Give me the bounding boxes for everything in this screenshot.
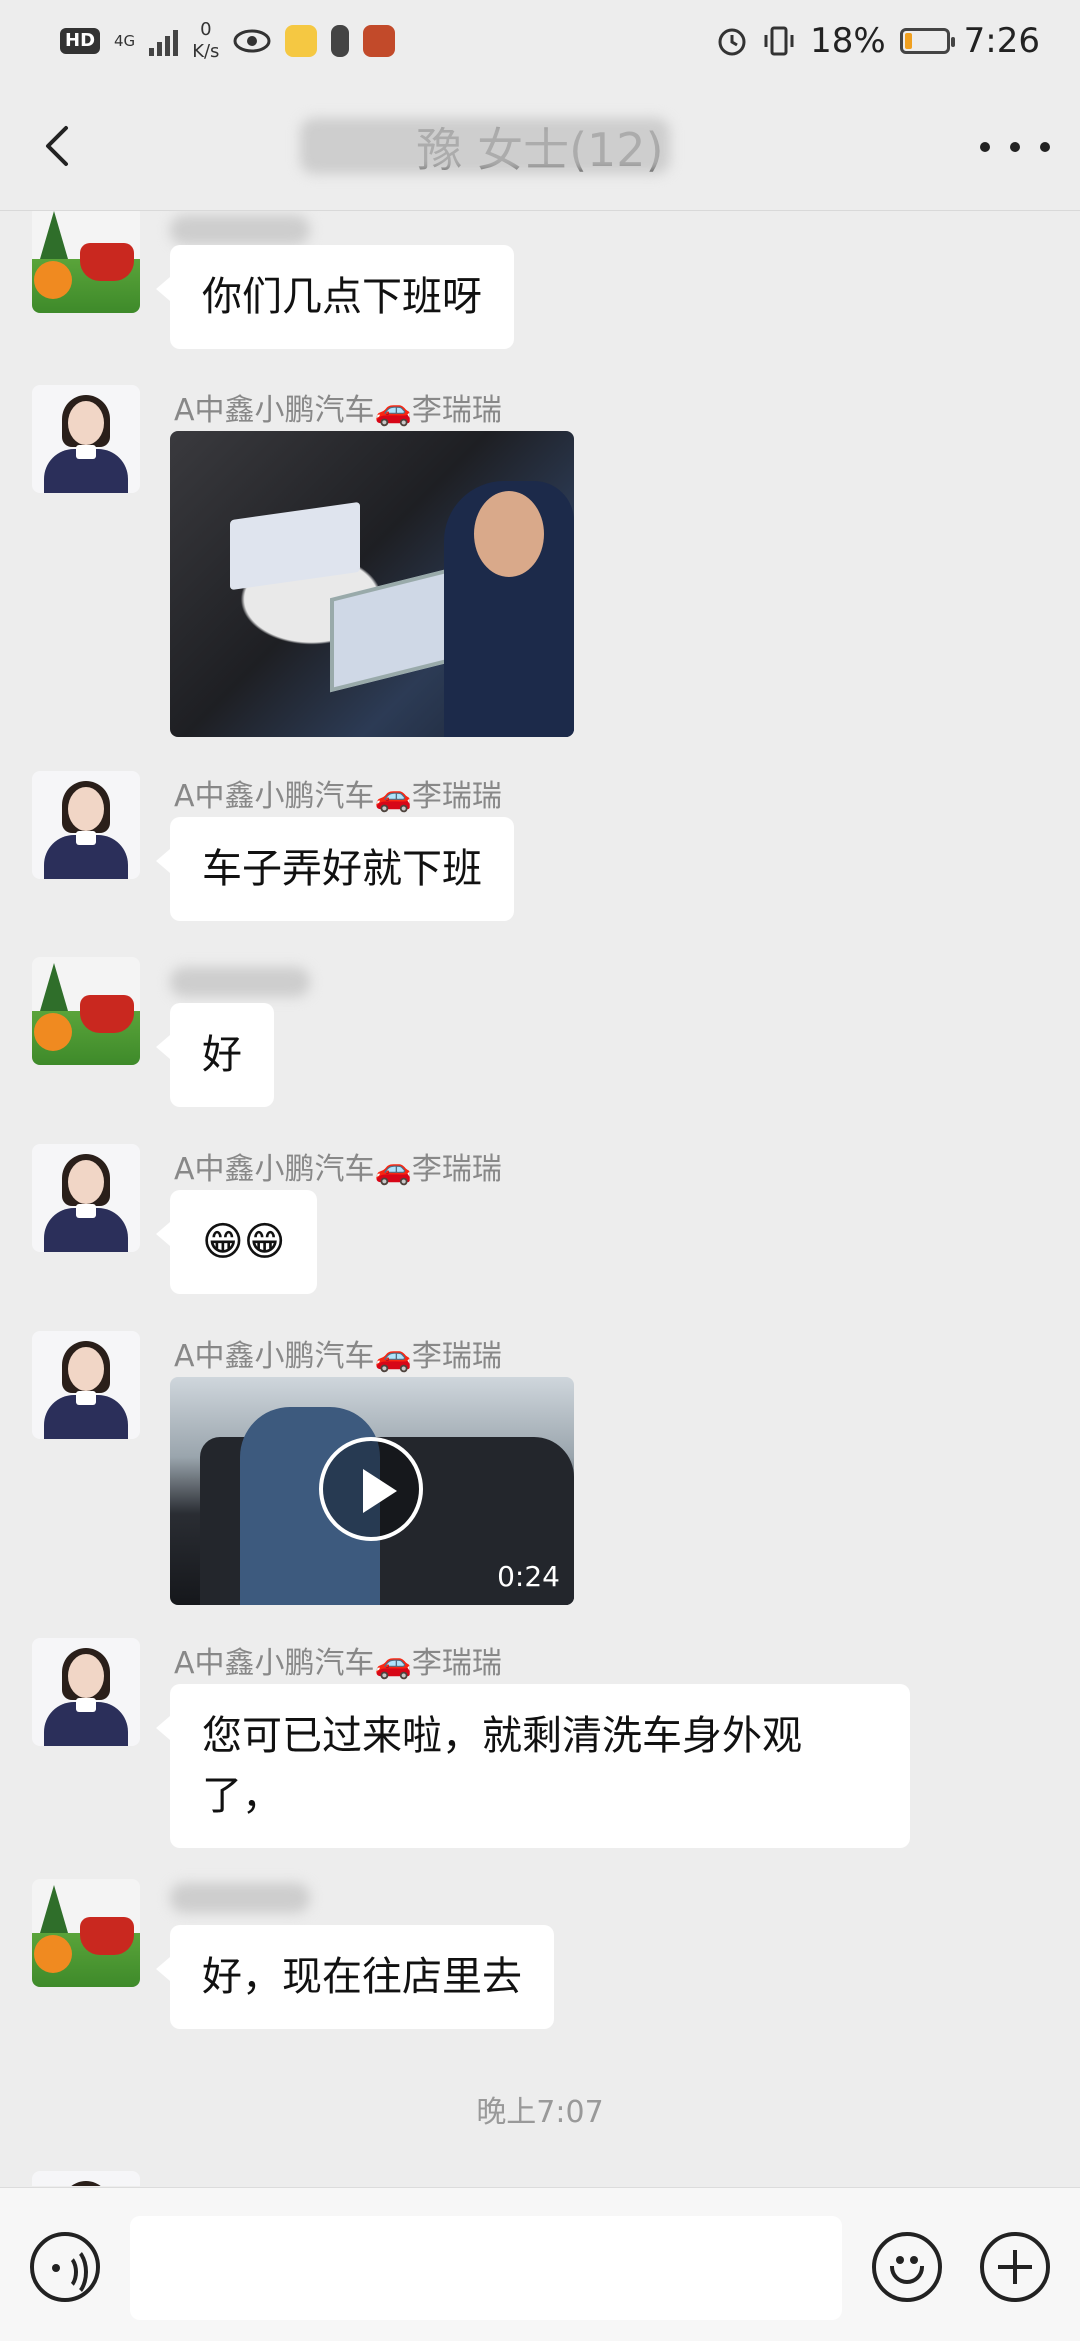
signal-icon: [149, 26, 179, 56]
message-list[interactable]: 你们几点下班呀 A中鑫小鹏汽车🚗李瑞瑞 A中鑫小鹏汽车🚗李瑞瑞 车子弄好就下班 …: [0, 211, 1080, 2186]
video-message[interactable]: 0:24: [170, 1377, 574, 1605]
title-redaction: [300, 118, 670, 174]
status-bar: HD 4G 0 K/s 18% 7:26: [0, 0, 1080, 82]
avatar[interactable]: [32, 2171, 140, 2186]
message-bubble[interactable]: 好: [156, 1003, 274, 1107]
message-bubble[interactable]: 好，现在往店里去: [156, 1925, 554, 2029]
message-text-line: 了，: [202, 1773, 282, 1819]
status-left: HD 4G 0 K/s: [60, 18, 396, 64]
avatar[interactable]: [32, 1879, 140, 1987]
message-text-line: 您可已过来啦，就剩清洗车身外观: [202, 1713, 802, 1759]
avatar[interactable]: [32, 1638, 140, 1746]
play-icon[interactable]: [319, 1437, 423, 1541]
sender-name: A中鑫小鹏汽车🚗李瑞瑞: [174, 1152, 502, 1187]
battery-fill: [904, 33, 912, 49]
sender-name: A中鑫小鹏汽车🚗李瑞瑞: [174, 779, 502, 814]
emoji-icon[interactable]: [872, 2232, 942, 2302]
vibrate-icon: [764, 26, 794, 56]
voice-icon[interactable]: [30, 2232, 100, 2302]
message-timestamp: 晚上7:07: [476, 2095, 604, 2130]
battery-icon: [899, 28, 955, 54]
avatar[interactable]: [32, 957, 140, 1065]
eye-icon: [233, 29, 271, 53]
message-input[interactable]: [130, 2216, 842, 2320]
avatar[interactable]: [32, 211, 140, 313]
alert-icon: [331, 25, 350, 57]
image-message[interactable]: [170, 431, 574, 737]
video-duration: 0:24: [497, 1560, 560, 1593]
avatar[interactable]: [32, 1144, 140, 1252]
sender-name: A中鑫小鹏汽车🚗李瑞瑞: [174, 393, 502, 428]
sender-name-redacted: [170, 215, 310, 245]
avatar[interactable]: [32, 1331, 140, 1439]
sender-name-redacted: [170, 1883, 310, 1913]
weibo-icon: [285, 25, 318, 57]
plus-icon[interactable]: [980, 2232, 1050, 2302]
message-bubble[interactable]: 车子弄好就下班: [156, 817, 514, 921]
input-bar: [0, 2187, 1080, 2341]
message-bubble[interactable]: 😁😁: [155, 1190, 318, 1294]
avatar[interactable]: [32, 385, 140, 493]
more-dots-icon[interactable]: [980, 122, 1050, 172]
speed-unit: K/s: [192, 41, 220, 62]
net-speed: 0 K/s: [192, 19, 219, 63]
chat-header: 豫 女士(12): [0, 82, 1080, 211]
status-right: 18% 7:26: [716, 18, 1040, 64]
battery-percent: 18%: [810, 21, 886, 61]
sender-name-redacted: [170, 967, 310, 997]
clock: 7:26: [963, 21, 1040, 61]
hd-icon: HD: [60, 28, 101, 54]
avatar[interactable]: [32, 771, 140, 879]
sender-name: A中鑫小鹏汽车🚗李瑞瑞: [174, 1339, 502, 1374]
message-bubble[interactable]: 你们几点下班呀: [156, 245, 514, 349]
network-type: 4G: [114, 32, 136, 50]
speed-value: 0: [200, 19, 212, 40]
message-bubble[interactable]: 您可已过来啦，就剩清洗车身外观 了，: [156, 1684, 910, 1848]
game-app-icon: [363, 25, 396, 57]
alarm-icon: [718, 28, 746, 56]
sender-name: A中鑫小鹏汽车🚗李瑞瑞: [174, 1646, 502, 1681]
